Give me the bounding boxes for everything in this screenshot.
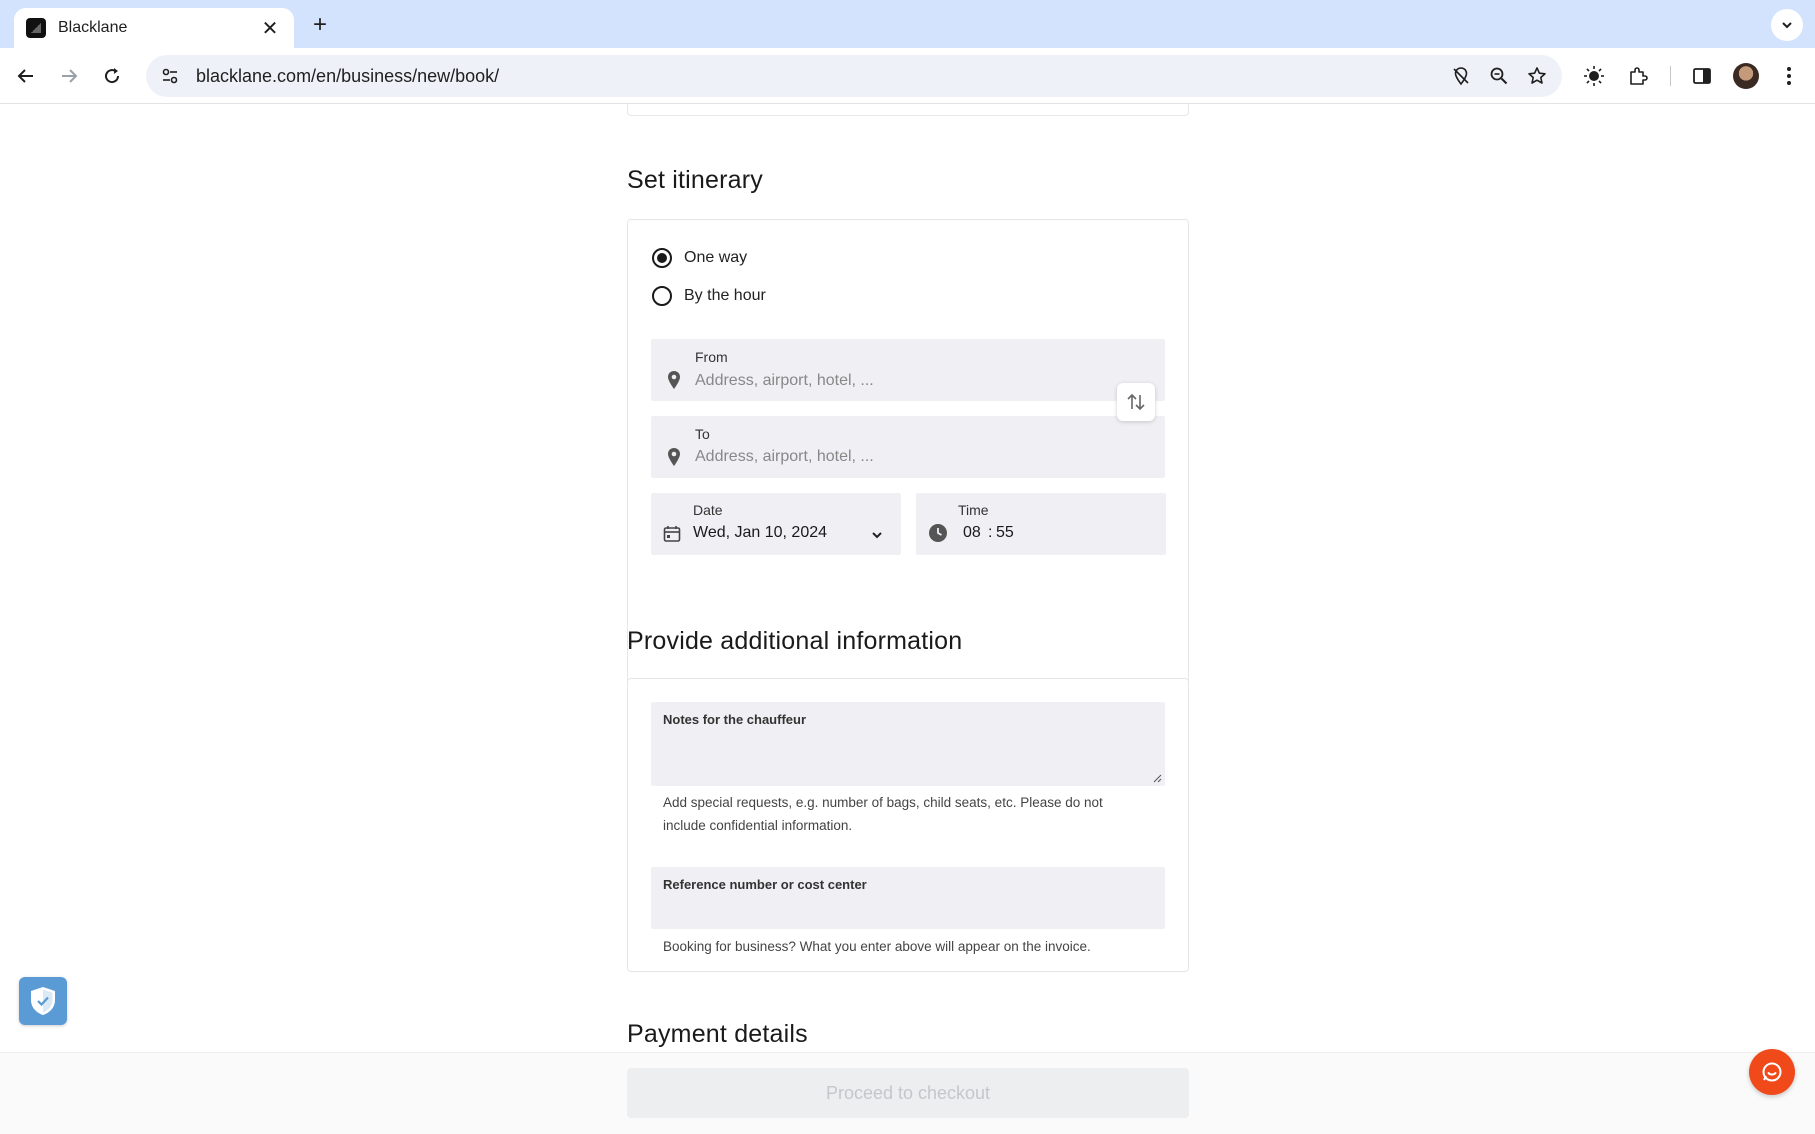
swap-arrows-icon — [1127, 393, 1145, 411]
arrow-right-icon — [62, 69, 78, 83]
tab-search-button[interactable] — [1771, 9, 1803, 41]
notes-helper-text: Add special requests, e.g. number of bag… — [663, 795, 1103, 833]
reference-number-field[interactable]: Reference number or cost center — [651, 867, 1165, 929]
clock-icon — [929, 524, 947, 542]
browser-toolbar: blacklane.com/en/business/new/book/ — [0, 48, 1815, 104]
time-minutes[interactable]: 55 — [996, 524, 1014, 542]
chauffeur-notes-textarea[interactable]: Notes for the chauffeur — [651, 702, 1165, 786]
notes-label: Notes for the chauffeur — [663, 712, 807, 727]
trip-type-label: One way — [684, 249, 748, 266]
extensions-puzzle-icon[interactable] — [1624, 62, 1652, 90]
calendar-icon — [663, 526, 681, 542]
trip-type-by-the-hour[interactable]: By the hour — [652, 286, 766, 306]
bookmark-star-icon[interactable] — [1518, 57, 1556, 95]
reference-label: Reference number or cost center — [663, 877, 867, 892]
chat-support-button[interactable] — [1749, 1049, 1795, 1095]
location-pin-icon — [668, 371, 680, 389]
time-separator: : — [988, 524, 993, 541]
chevron-down-icon — [1782, 22, 1792, 29]
from-label: From — [695, 349, 728, 365]
tab-title: Blacklane — [58, 19, 128, 36]
location-blocked-icon[interactable] — [1442, 57, 1480, 95]
date-label: Date — [693, 502, 723, 518]
trip-type-label: By the hour — [684, 287, 766, 304]
chat-bubble-icon — [1762, 1062, 1782, 1082]
resize-grip-icon[interactable] — [1152, 773, 1162, 783]
to-field[interactable]: To Address, airport, hotel, ... — [651, 416, 1165, 478]
radio-checked-icon[interactable] — [652, 248, 672, 268]
browser-menu-icon[interactable] — [1775, 62, 1803, 90]
trip-type-one-way[interactable]: One way — [652, 248, 747, 268]
itinerary-card: One way By the hour From Address, airpor… — [627, 219, 1189, 689]
time-label: Time — [958, 502, 989, 518]
back-button[interactable] — [12, 62, 40, 90]
arrow-left-icon — [17, 69, 33, 83]
previous-card-edge — [627, 104, 1189, 116]
reference-helper-text: Booking for business? What you enter abo… — [663, 939, 1091, 954]
location-pin-icon — [668, 448, 680, 466]
to-label: To — [695, 426, 710, 442]
additional-info-card: Notes for the chauffeur Add special requ… — [627, 678, 1189, 972]
blacklane-favicon-icon — [26, 18, 46, 38]
browser-tab[interactable]: Blacklane ✕ — [14, 8, 294, 48]
toolbar-separator — [1670, 66, 1671, 86]
side-panel-icon[interactable] — [1688, 62, 1716, 90]
browser-tab-bar: Blacklane ✕ + — [0, 0, 1815, 48]
tab-close-icon[interactable]: ✕ — [258, 16, 282, 41]
address-bar[interactable]: blacklane.com/en/business/new/book/ — [146, 55, 1562, 97]
to-input[interactable]: Address, airport, hotel, ... — [695, 448, 874, 466]
swap-locations-button[interactable] — [1117, 383, 1155, 421]
reload-icon — [105, 68, 120, 84]
profile-avatar[interactable] — [1733, 63, 1759, 89]
additional-info-heading: Provide additional information — [627, 627, 963, 655]
date-field[interactable]: Date Wed, Jan 10, 2024 — [651, 493, 901, 555]
from-field[interactable]: From Address, airport, hotel, ... — [651, 339, 1165, 401]
zoom-icon[interactable] — [1480, 57, 1518, 95]
from-input[interactable]: Address, airport, hotel, ... — [695, 372, 874, 390]
time-hours[interactable]: 08 — [963, 524, 981, 542]
chevron-down-icon[interactable] — [870, 528, 884, 542]
new-tab-button[interactable]: + — [306, 12, 334, 40]
date-value[interactable]: Wed, Jan 10, 2024 — [693, 524, 827, 542]
payment-heading: Payment details — [627, 1020, 808, 1048]
proceed-to-checkout-button[interactable]: Proceed to checkout — [627, 1068, 1189, 1118]
time-field[interactable]: Time 08 : 55 — [916, 493, 1166, 555]
site-settings-icon[interactable] — [158, 64, 182, 88]
radio-unchecked-icon[interactable] — [652, 286, 672, 306]
privacy-shield-button[interactable] — [19, 977, 67, 1025]
forward-button[interactable] — [55, 62, 83, 90]
page-content: Set itinerary One way By the hour From A… — [0, 104, 1815, 1134]
shield-check-icon — [31, 987, 55, 1015]
url-text[interactable]: blacklane.com/en/business/new/book/ — [196, 66, 1442, 87]
reload-button[interactable] — [98, 62, 126, 90]
itinerary-heading: Set itinerary — [627, 166, 763, 194]
extension-sun-icon[interactable] — [1580, 62, 1608, 90]
